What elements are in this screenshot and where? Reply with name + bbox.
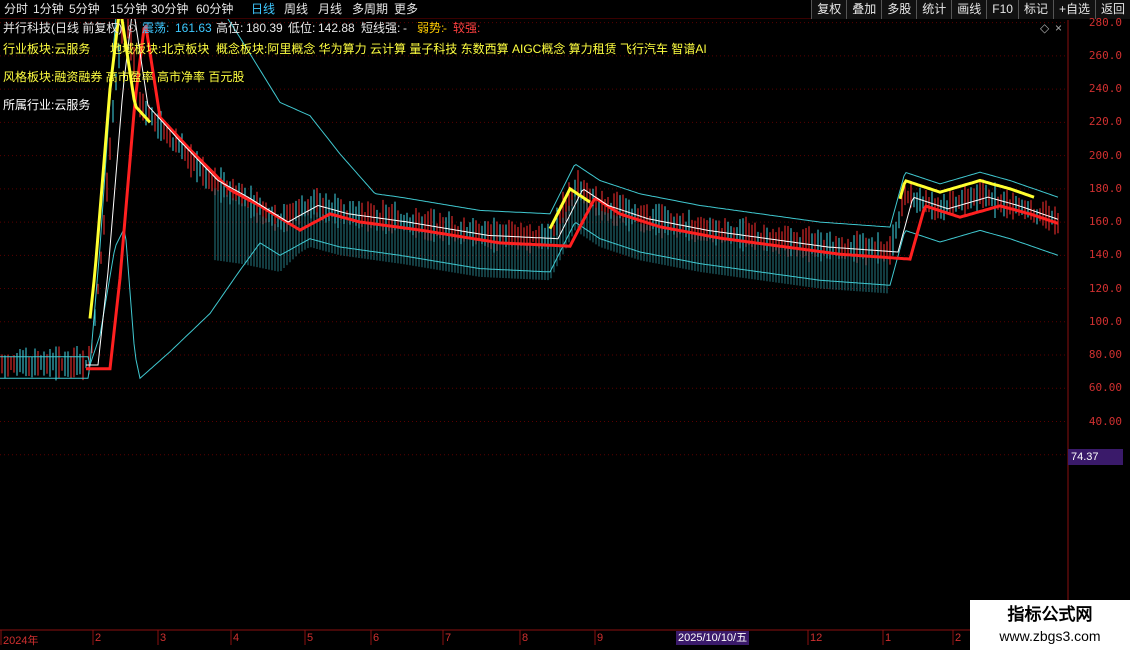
x-tick-label: 4 [233, 632, 240, 644]
watermark: 指标公式网 www.zbgs3.com [970, 600, 1130, 650]
x-tick-label: 9 [597, 632, 604, 644]
concept-block: 概念板块:阿里概念 华为算力 云计算 量子科技 东数西算 AIGC概念 算力租赁… [216, 42, 707, 56]
period-tab-1[interactable]: 1分钟 [33, 1, 64, 17]
toolbar-button-0[interactable]: 复权 [811, 0, 847, 19]
period-tab-7[interactable]: 周线 [284, 1, 308, 17]
y-tick-label: 80.00 [1088, 348, 1122, 362]
x-tick-label: 2024年 [3, 635, 39, 647]
style-block: 风格板块:融资融券 高市盈率 高市净率 百元股 [3, 70, 245, 84]
date-tag: 2025/10/10/五 [676, 631, 750, 645]
amplitude-label: 震荡: [142, 21, 170, 35]
x-tick-label: 1 [885, 632, 892, 644]
toolbar-button-5[interactable]: F10 [986, 0, 1018, 19]
y-tick-label: 260.0 [1088, 48, 1122, 62]
toolbar-button-3[interactable]: 统计 [916, 0, 952, 19]
watermark-url: www.zbgs3.com [999, 628, 1101, 644]
low-value: 142.88 [318, 21, 355, 35]
period-tab-5[interactable]: 60分钟 [196, 1, 233, 17]
y-tick-label: 200.0 [1088, 148, 1122, 162]
toolbar: 复权 叠加 多股 统计 画线 F10 标记 +自选 返回 [811, 0, 1130, 19]
y-tick-label: 140.0 [1088, 248, 1122, 262]
info-bar: 并行科技(日线 前复权) ⊙ 震荡: 161.63 高位: 180.39 低位:… [0, 20, 1062, 36]
toolbar-button-4[interactable]: 画线 [951, 0, 987, 19]
toolbar-button-6[interactable]: 标记 [1017, 0, 1053, 19]
x-tick-label: 8 [522, 632, 529, 644]
x-tick-label: 2 [95, 632, 102, 644]
x-tick-label: 3 [160, 632, 167, 644]
stock-title: 并行科技(日线 前复权) [3, 21, 123, 35]
close-icon[interactable]: × [1055, 20, 1062, 36]
high-label: 高位: [216, 21, 244, 35]
period-tab-0[interactable]: 分时 [4, 1, 28, 17]
strong-label: 较强: [453, 21, 481, 35]
period-tab-3[interactable]: 15分钟 [110, 1, 147, 17]
short-label: 短线强: [361, 21, 401, 35]
toolbar-button-2[interactable]: 多股 [881, 0, 917, 19]
period-tab-4[interactable]: 30分钟 [151, 1, 188, 17]
watermark-title: 指标公式网 [1007, 605, 1093, 624]
y-tick-label: 60.00 [1088, 381, 1122, 395]
x-tick-label: 2 [955, 632, 962, 644]
price-tag: 74.37 [1068, 449, 1123, 465]
region-block: 地域板块:北京板块 [110, 42, 210, 56]
diamond-icon[interactable]: ◇ [1040, 20, 1049, 36]
x-tick-label: 6 [373, 632, 380, 644]
x-tick-label: 5 [307, 632, 314, 644]
period-tab-8[interactable]: 月线 [318, 1, 342, 17]
x-tick-label: 12 [810, 632, 823, 644]
y-tick-label: 240.0 [1088, 82, 1122, 96]
y-tick-label: 100.0 [1088, 314, 1122, 328]
y-tick-label: 160.0 [1088, 215, 1122, 229]
period-tab-6[interactable]: 日线 [251, 1, 275, 17]
amplitude-value: 161.63 [175, 21, 212, 35]
period-tab-10[interactable]: 更多 [394, 1, 418, 17]
weak-label: 弱势: [417, 21, 445, 35]
x-tick-label: 7 [445, 632, 452, 644]
y-tick-label: 40.00 [1088, 414, 1122, 428]
low-label: 低位: [288, 21, 316, 35]
settings-icon[interactable]: ⊙ [127, 20, 137, 36]
y-tick-label: 280.0 [1088, 15, 1122, 29]
kline-chart[interactable] [0, 0, 1130, 650]
y-tick-label: 220.0 [1088, 115, 1122, 129]
industry-block: 行业板块:云服务 [3, 42, 91, 56]
period-tab-2[interactable]: 5分钟 [69, 1, 100, 17]
industry-label: 所属行业:云服务 [3, 98, 91, 112]
toolbar-button-1[interactable]: 叠加 [846, 0, 882, 19]
high-value: 180.39 [246, 21, 283, 35]
period-tab-9[interactable]: 多周期 [352, 1, 388, 17]
y-tick-label: 180.0 [1088, 181, 1122, 195]
short-value: - [403, 21, 407, 35]
weak-value: - [443, 21, 447, 35]
y-tick-label: 120.0 [1088, 281, 1122, 295]
